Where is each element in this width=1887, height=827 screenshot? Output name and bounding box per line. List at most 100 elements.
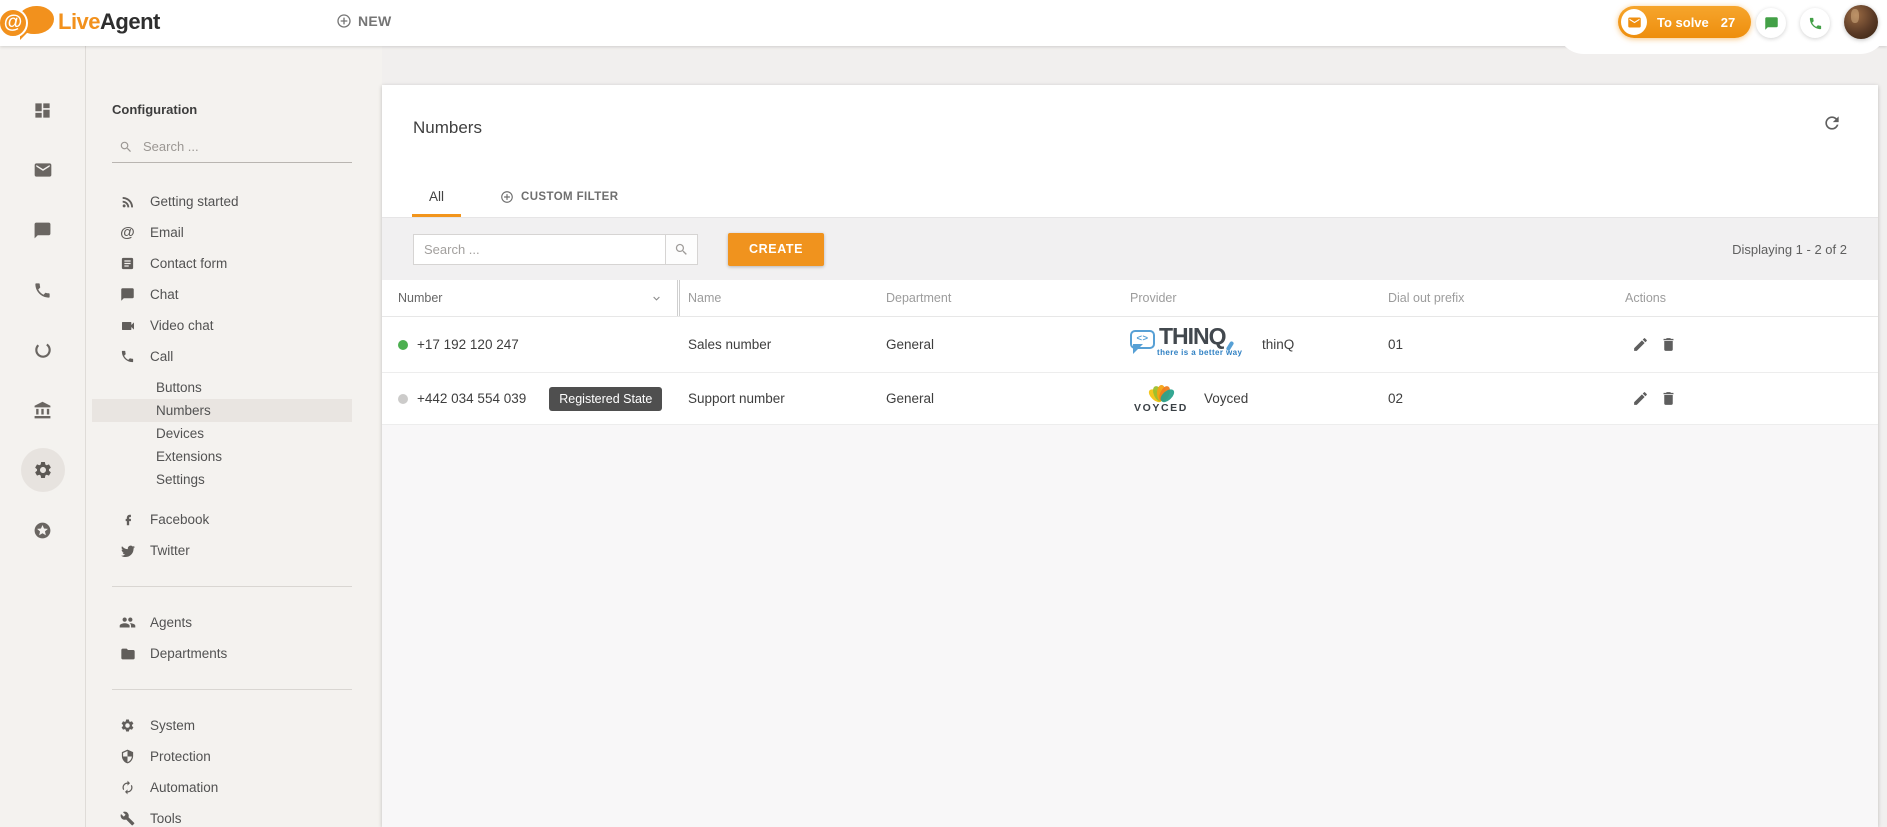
- sidebar-item-tools[interactable]: Tools: [86, 803, 382, 827]
- to-solve-button[interactable]: To solve 27: [1618, 6, 1751, 38]
- sidebar-item-automation[interactable]: Automation: [86, 772, 382, 803]
- provider-cell: VOYCED Voyced: [1124, 384, 1382, 414]
- column-header-dial-out-prefix[interactable]: Dial out prefix: [1382, 280, 1619, 316]
- sidebar-item-agents[interactable]: Agents: [86, 607, 382, 638]
- sidebar-item-twitter[interactable]: Twitter: [86, 535, 382, 566]
- sidebar-item-label: Twitter: [150, 543, 190, 558]
- rail-academy-icon[interactable]: [21, 388, 65, 432]
- sidebar-item-contact-form[interactable]: Contact form: [86, 248, 382, 279]
- provider-name: thinQ: [1262, 337, 1294, 352]
- user-avatar[interactable]: [1844, 5, 1878, 39]
- to-solve-count: 27: [1721, 15, 1735, 30]
- tab-custom-filter-label: CUSTOM FILTER: [521, 191, 618, 203]
- phone-icon: [1808, 16, 1823, 31]
- sidebar-item-facebook[interactable]: Facebook: [86, 504, 382, 535]
- tab-bar: All CUSTOM FILTER: [412, 179, 635, 217]
- sidebar-item-system[interactable]: System: [86, 710, 382, 741]
- department-cell: General: [880, 337, 1124, 352]
- videocam-icon: [119, 318, 136, 334]
- department-cell: General: [880, 391, 1124, 406]
- column-resize-handle[interactable]: [677, 280, 680, 316]
- sidebar-item-label: Facebook: [150, 512, 209, 527]
- sidebar-subitem-settings[interactable]: Settings: [92, 468, 352, 491]
- liveagent-bubble-icon: @: [8, 5, 54, 39]
- sidebar-menu: Getting started @ Email Contact form Cha…: [86, 186, 382, 827]
- rail-configuration-icon[interactable]: [21, 448, 65, 492]
- new-button[interactable]: NEW: [336, 13, 392, 29]
- sort-chevron-icon[interactable]: [650, 292, 663, 305]
- sidebar-subitem-numbers[interactable]: Numbers: [92, 399, 352, 422]
- sidebar-subitem-label: Settings: [156, 472, 205, 487]
- column-header-department[interactable]: Department: [880, 280, 1124, 316]
- dial-out-prefix-cell: 02: [1382, 391, 1619, 406]
- to-solve-label: To solve: [1657, 15, 1709, 30]
- plus-circle-icon: [500, 190, 514, 204]
- rail-tickets-icon[interactable]: [21, 148, 65, 192]
- create-button[interactable]: CREATE: [728, 233, 824, 266]
- sidebar-subitem-label: Devices: [156, 426, 204, 441]
- sidebar-item-departments[interactable]: Departments: [86, 638, 382, 669]
- chat-bubble-icon: [119, 287, 136, 302]
- status-online-dot: [398, 340, 408, 350]
- provider-cell: <> THINQ there is a better way thinQ: [1124, 325, 1382, 365]
- dial-out-prefix-cell: 01: [1382, 337, 1619, 352]
- column-header-name[interactable]: Name: [682, 280, 880, 316]
- sidebar-item-call[interactable]: Call: [86, 341, 382, 372]
- wrench-icon: [119, 811, 136, 826]
- table-header-row: Number Name Department Provider Dial out…: [382, 280, 1878, 317]
- sidebar-item-label: Chat: [150, 287, 179, 302]
- calls-online-button[interactable]: [1800, 8, 1830, 38]
- actions-cell: [1619, 336, 1878, 353]
- rail-reports-icon[interactable]: [21, 328, 65, 372]
- sidebar-item-label: System: [150, 718, 195, 733]
- rail-call-icon[interactable]: [21, 268, 65, 312]
- sidebar-item-chat[interactable]: Chat: [86, 279, 382, 310]
- thinq-bubble-icon: <>: [1130, 330, 1155, 349]
- search-submit-button[interactable]: [665, 234, 698, 265]
- column-header-number[interactable]: Number: [382, 280, 677, 316]
- sidebar-search[interactable]: Search ...: [112, 133, 352, 163]
- configuration-sidebar: Configuration Search ... Getting started…: [85, 46, 382, 827]
- rail-upgrade-star-icon[interactable]: [21, 508, 65, 552]
- edit-pencil-icon[interactable]: [1632, 390, 1649, 407]
- sidebar-item-protection[interactable]: Protection: [86, 741, 382, 772]
- tab-custom-filter[interactable]: CUSTOM FILTER: [483, 179, 635, 217]
- table-row[interactable]: +442 034 554 039 Registered State Suppor…: [382, 373, 1878, 425]
- sidebar-item-email[interactable]: @ Email: [86, 217, 382, 248]
- column-header-actions: Actions: [1619, 280, 1878, 316]
- edit-pencil-icon[interactable]: [1632, 336, 1649, 353]
- table-row[interactable]: +17 192 120 247 Sales number General <> …: [382, 317, 1878, 373]
- chats-online-button[interactable]: [1756, 8, 1786, 38]
- phone-icon: [119, 349, 136, 364]
- number-cell: +442 034 554 039 Registered State: [382, 387, 677, 411]
- sidebar-subitem-label: Numbers: [156, 403, 211, 418]
- sidebar-item-getting-started[interactable]: Getting started: [86, 186, 382, 217]
- sidebar-item-label: Contact form: [150, 256, 227, 271]
- table-toolbar: CREATE Displaying 1 - 2 of 2: [382, 217, 1878, 280]
- delete-trash-icon[interactable]: [1660, 390, 1677, 407]
- sidebar-subitem-devices[interactable]: Devices: [92, 422, 352, 445]
- facebook-icon: [119, 513, 136, 527]
- sidebar-subitem-extensions[interactable]: Extensions: [92, 445, 352, 468]
- sidebar-item-label: Video chat: [150, 318, 214, 333]
- sidebar-title: Configuration: [112, 102, 382, 117]
- sidebar-item-label: Automation: [150, 780, 218, 795]
- table-search-input[interactable]: [413, 234, 665, 265]
- panel-header: Numbers All CUSTOM FILTER: [382, 85, 1878, 217]
- plus-circle-icon: [336, 13, 352, 29]
- liveagent-logo[interactable]: @ LiveAgent: [8, 5, 160, 39]
- refresh-icon[interactable]: [1822, 113, 1842, 133]
- rail-chat-icon[interactable]: [21, 208, 65, 252]
- sidebar-subitem-buttons[interactable]: Buttons: [92, 376, 352, 399]
- name-cell: Support number: [682, 391, 880, 406]
- thinq-logo: <> THINQ there is a better way: [1130, 325, 1242, 365]
- column-header-provider[interactable]: Provider: [1124, 280, 1382, 316]
- table-search: [413, 234, 698, 265]
- top-header: @ LiveAgent NEW To solve 27: [0, 0, 1887, 46]
- rail-dashboard-icon[interactable]: [21, 88, 65, 132]
- sidebar-divider: [112, 586, 352, 587]
- tab-all[interactable]: All: [412, 179, 461, 217]
- delete-trash-icon[interactable]: [1660, 336, 1677, 353]
- logo-agent: Agent: [100, 9, 160, 34]
- sidebar-item-video-chat[interactable]: Video chat: [86, 310, 382, 341]
